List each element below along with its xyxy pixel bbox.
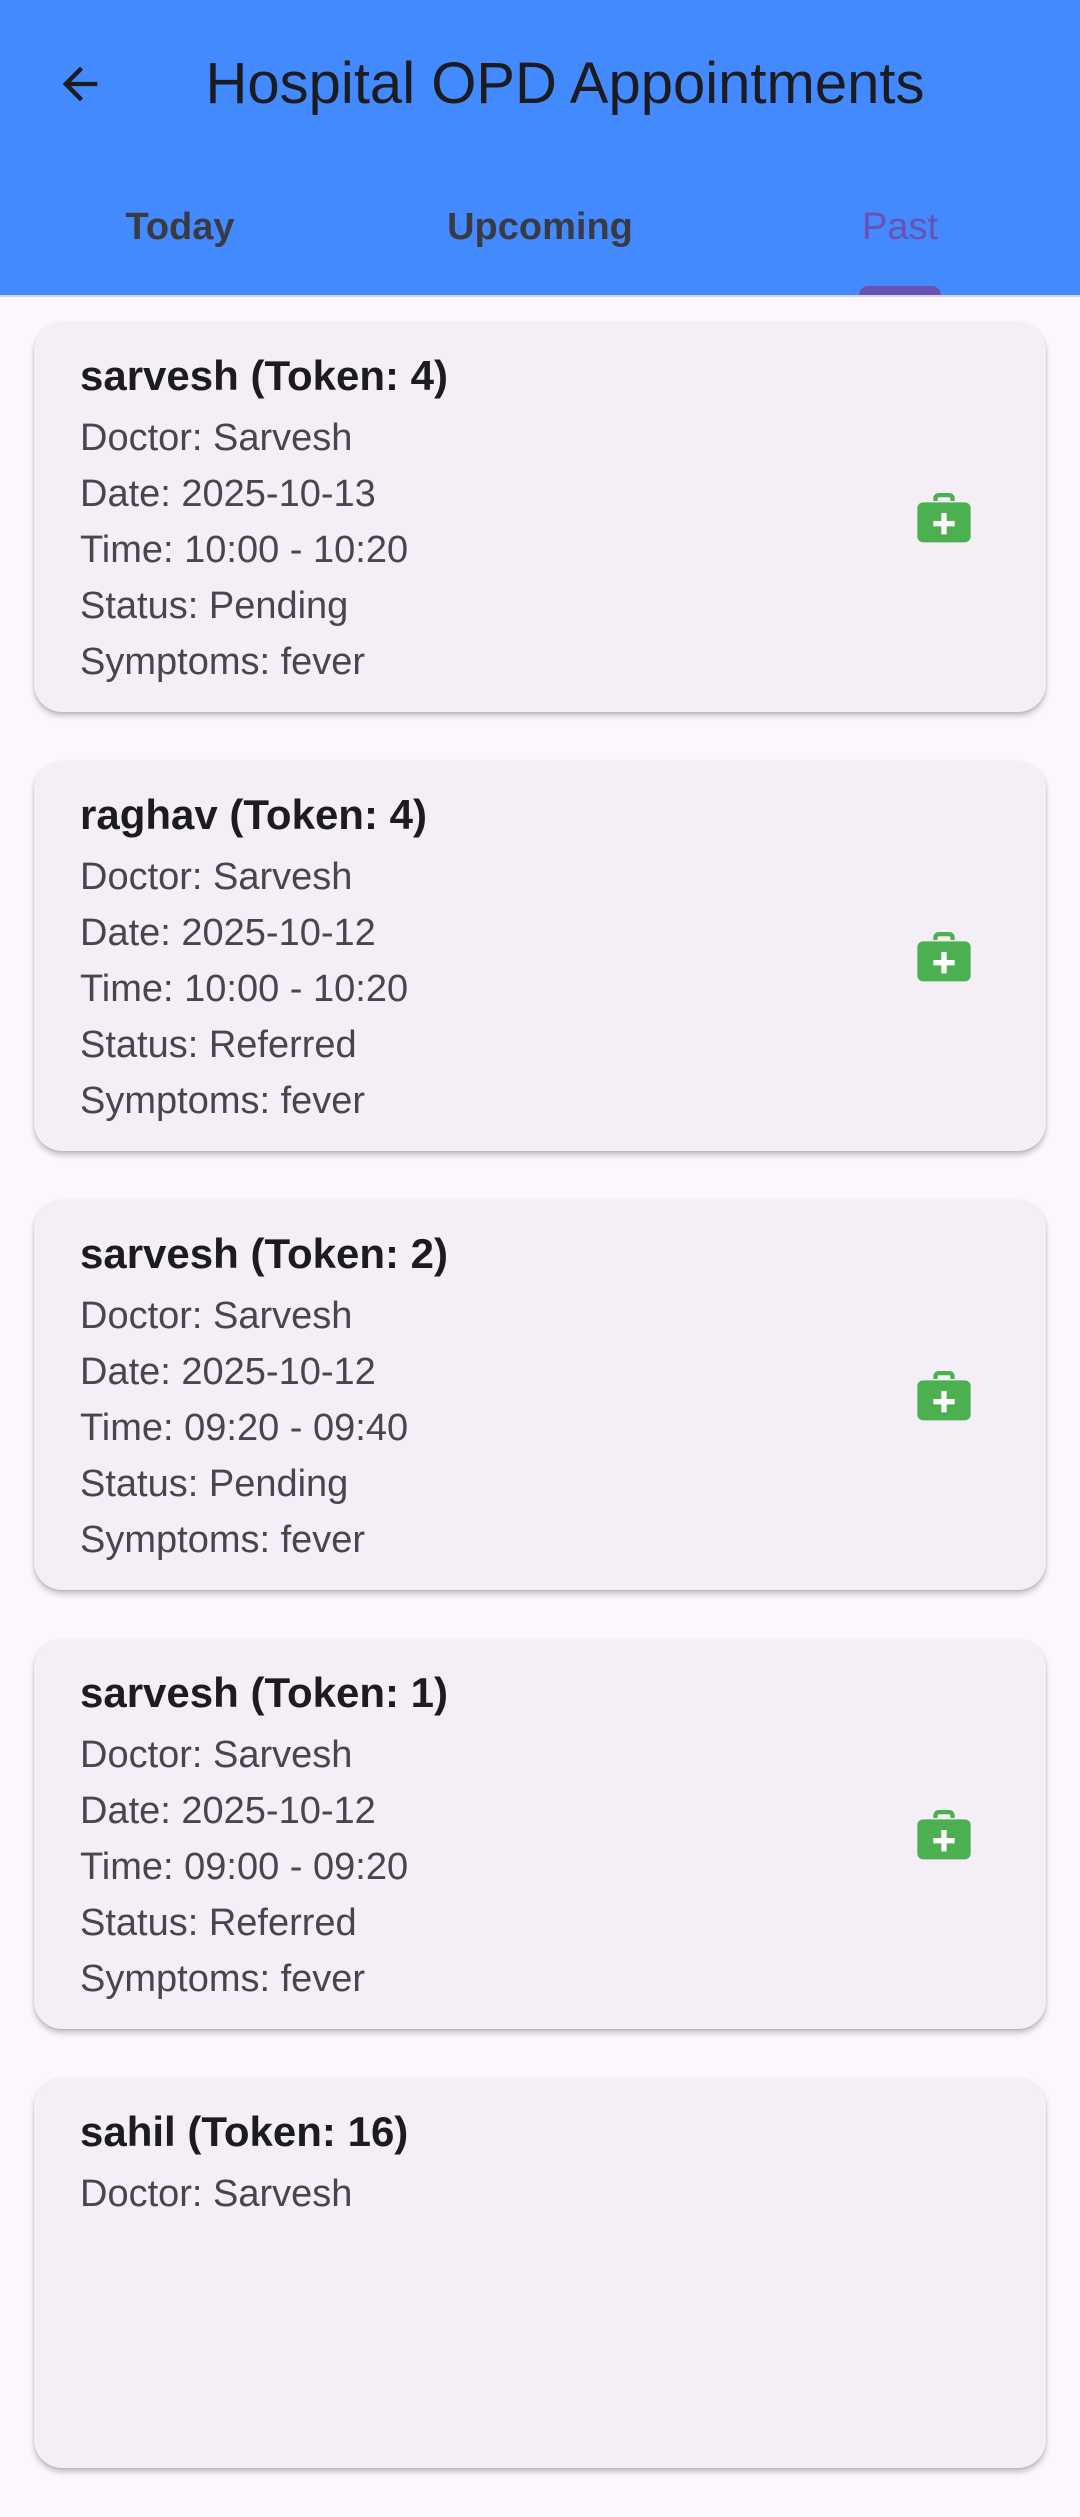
appointment-card[interactable]: sarvesh (Token: 2) Doctor: Sarvesh Date:… bbox=[34, 1200, 1046, 1590]
appointment-card[interactable]: sarvesh (Token: 4) Doctor: Sarvesh Date:… bbox=[34, 322, 1046, 712]
divider bbox=[0, 295, 1080, 297]
date-text: Date: 2025-10-12 bbox=[80, 912, 376, 954]
status-text: Status: Referred bbox=[80, 1902, 357, 1944]
date-text: Date: 2025-10-12 bbox=[80, 1790, 376, 1832]
tab-label: Today bbox=[125, 206, 235, 248]
medical-bag-icon[interactable] bbox=[912, 1363, 976, 1427]
tab-past[interactable]: Past bbox=[720, 175, 1080, 295]
time-text: Time: 09:20 - 09:40 bbox=[80, 1407, 409, 1449]
status-text: Status: Pending bbox=[80, 1463, 349, 1505]
time-text: Time: 10:00 - 10:20 bbox=[80, 968, 409, 1010]
patient-token-title: sarvesh (Token: 2) bbox=[80, 1230, 449, 1277]
date-text: Date: 2025-10-13 bbox=[80, 473, 376, 515]
tab-today[interactable]: Today bbox=[0, 175, 360, 295]
symptoms-text: Symptoms: fever bbox=[80, 641, 366, 683]
appointment-card[interactable]: raghav (Token: 4) Doctor: Sarvesh Date: … bbox=[34, 761, 1046, 1151]
doctor-text: Doctor: Sarvesh bbox=[80, 1295, 353, 1337]
symptoms-text: Symptoms: fever bbox=[80, 1080, 366, 1122]
tab-bar: Today Upcoming Past bbox=[0, 175, 1080, 295]
symptoms-text: Symptoms: fever bbox=[80, 1958, 366, 2000]
patient-token-title: sarvesh (Token: 4) bbox=[80, 352, 449, 399]
status-text: Status: Pending bbox=[80, 585, 349, 627]
tab-upcoming[interactable]: Upcoming bbox=[360, 175, 720, 295]
doctor-text: Doctor: Sarvesh bbox=[80, 856, 353, 898]
doctor-text: Doctor: Sarvesh bbox=[80, 417, 353, 459]
page-title: Hospital OPD Appointments bbox=[205, 51, 925, 116]
date-text: Date: 2025-10-12 bbox=[80, 1351, 376, 1393]
medical-bag-icon[interactable] bbox=[912, 1802, 976, 1866]
status-text: Status: Referred bbox=[80, 1024, 357, 1066]
patient-token-title: sarvesh (Token: 1) bbox=[80, 1669, 449, 1716]
medical-bag-icon[interactable] bbox=[912, 485, 976, 549]
symptoms-text: Symptoms: fever bbox=[80, 1519, 366, 1561]
tab-label: Upcoming bbox=[447, 206, 633, 248]
doctor-text: Doctor: Sarvesh bbox=[80, 2173, 353, 2215]
time-text: Time: 10:00 - 10:20 bbox=[80, 529, 409, 571]
app-bar: Hospital OPD Appointments Today Upcoming… bbox=[0, 0, 1080, 295]
appointment-card[interactable]: sahil (Token: 16) Doctor: Sarvesh bbox=[34, 2078, 1046, 2468]
tab-indicator bbox=[859, 286, 941, 295]
time-text: Time: 09:00 - 09:20 bbox=[80, 1846, 409, 1888]
appointment-list[interactable]: sarvesh (Token: 4) Doctor: Sarvesh Date:… bbox=[34, 322, 1046, 2517]
patient-token-title: sahil (Token: 16) bbox=[80, 2108, 409, 2155]
tab-label: Past bbox=[861, 206, 939, 248]
appointment-card[interactable]: sarvesh (Token: 1) Doctor: Sarvesh Date:… bbox=[34, 1639, 1046, 2029]
patient-token-title: raghav (Token: 4) bbox=[80, 791, 427, 838]
medical-bag-icon[interactable] bbox=[912, 924, 976, 988]
doctor-text: Doctor: Sarvesh bbox=[80, 1734, 353, 1776]
